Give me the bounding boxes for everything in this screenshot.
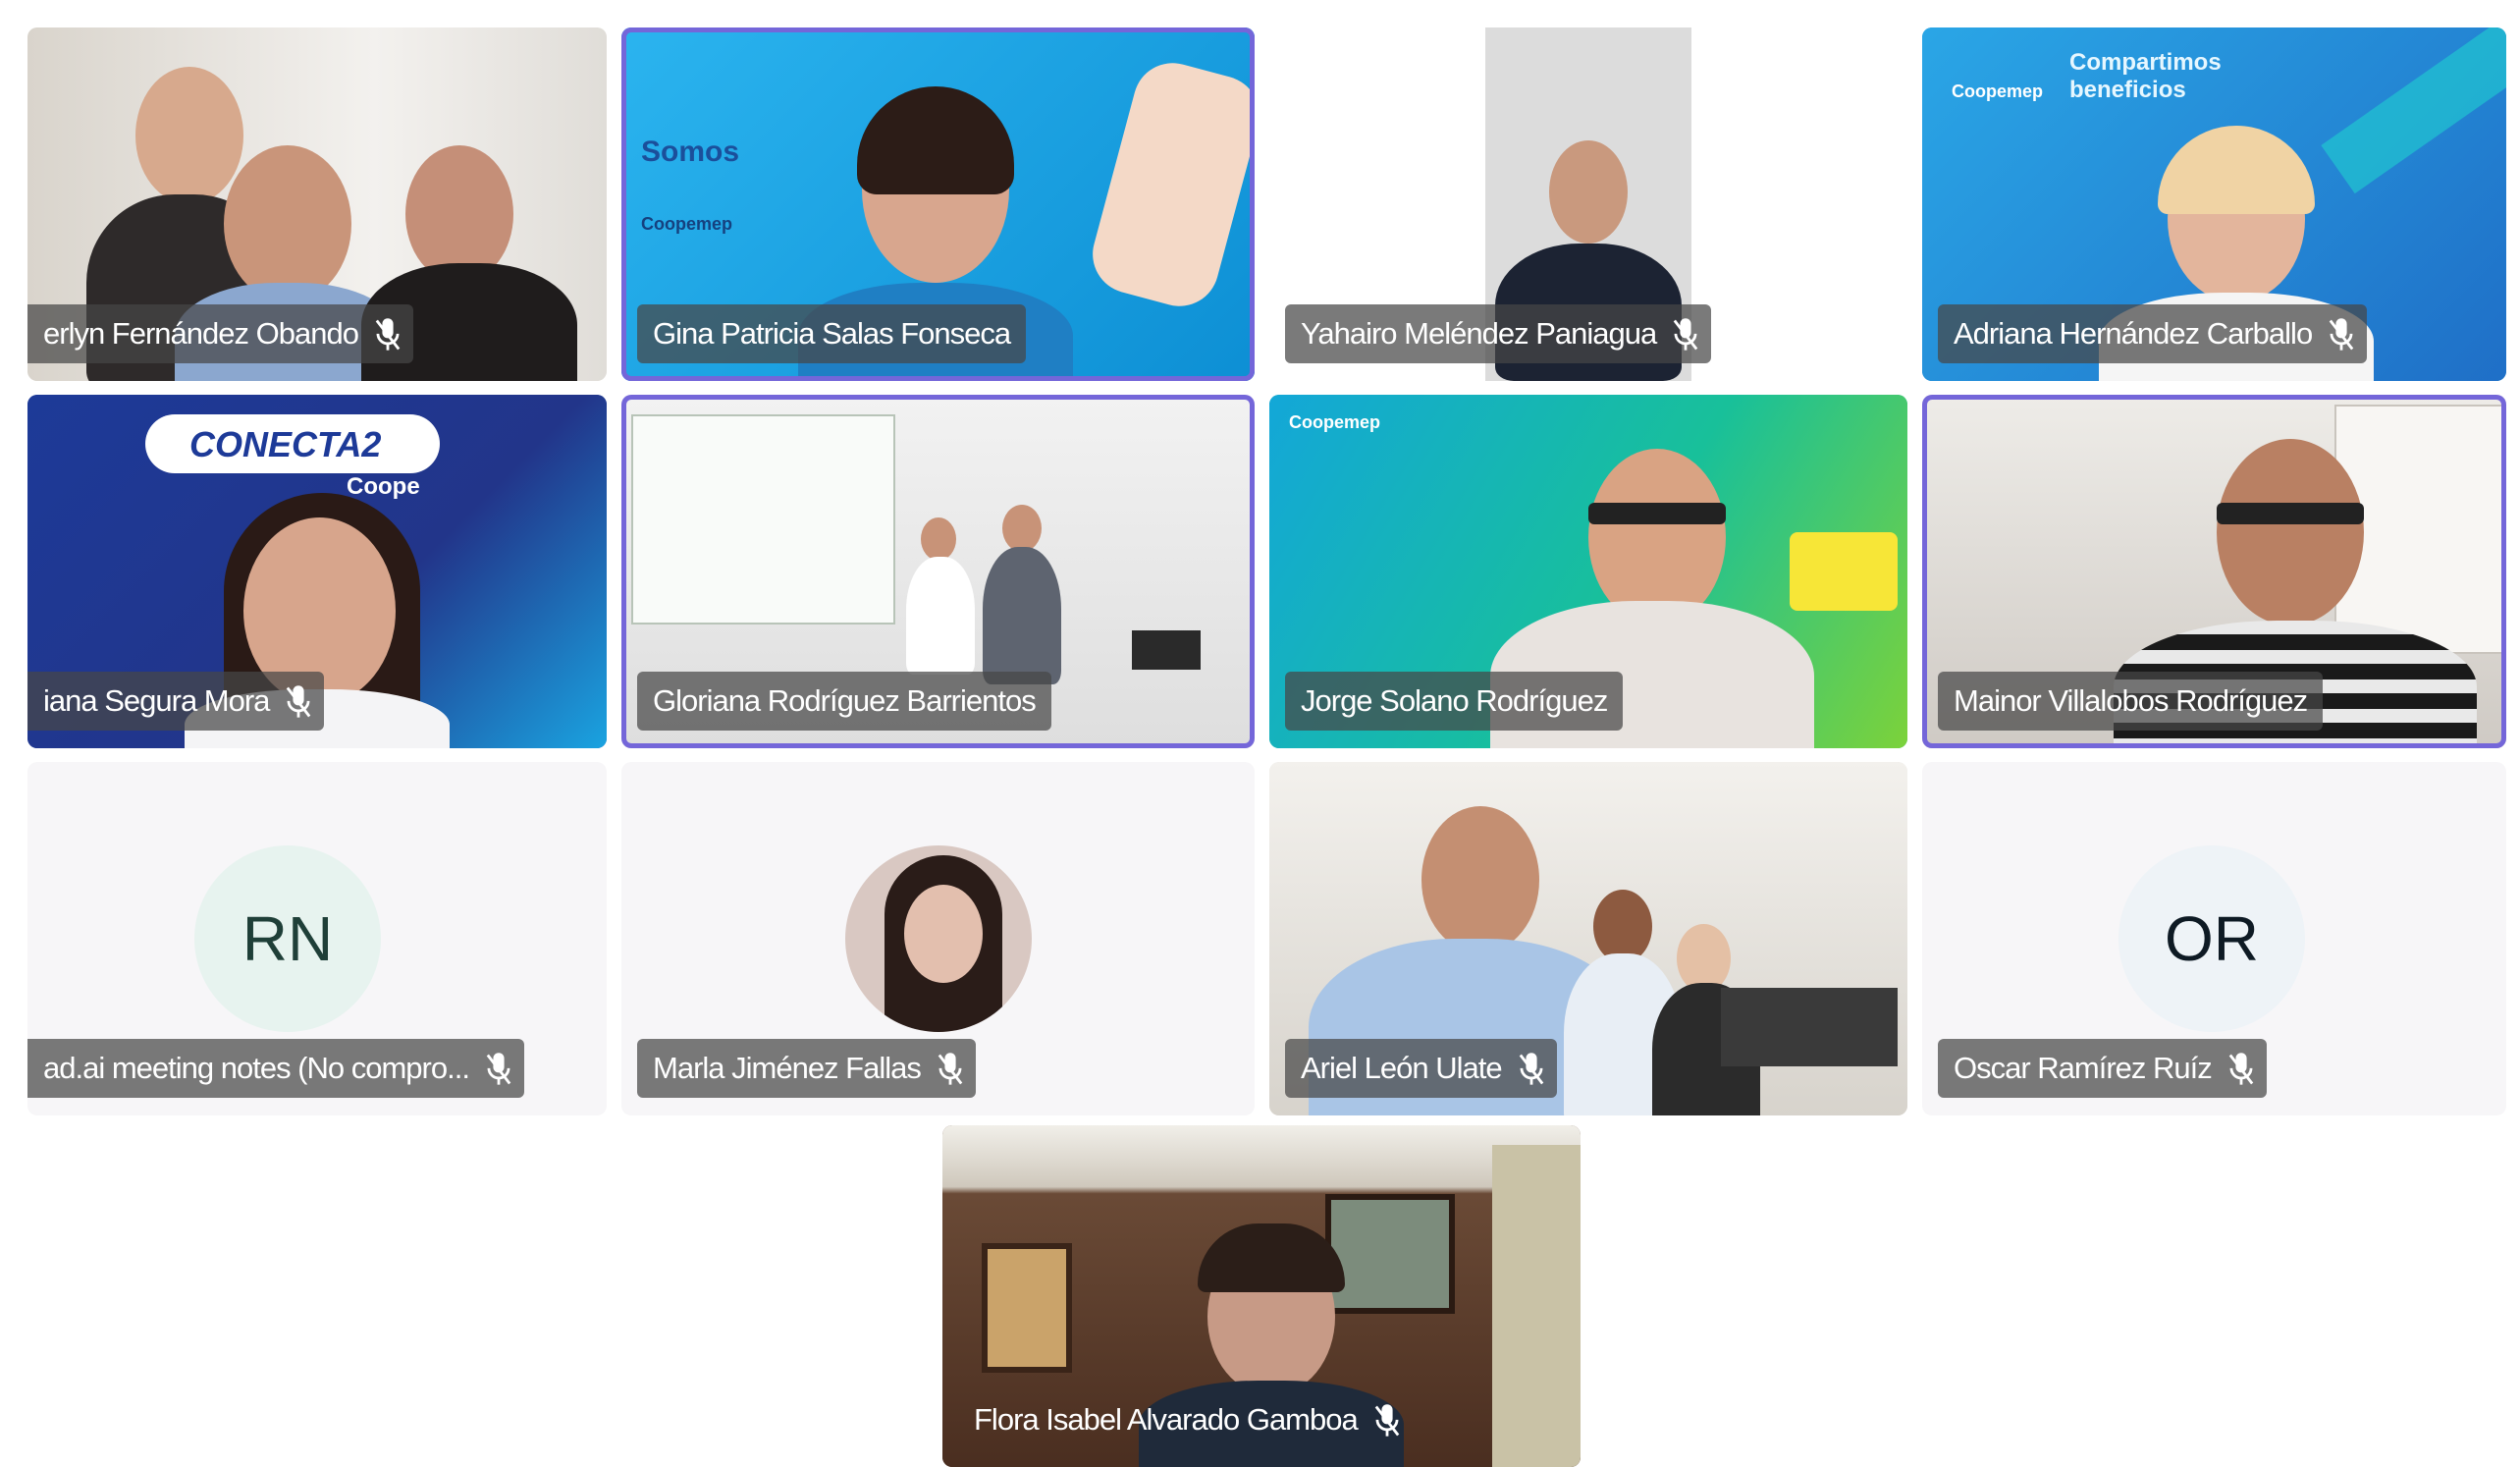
participant-name-tag: ad.ai meeting notes (No compro... [27,1039,524,1098]
participant-name-tag: Marla Jiménez Fallas [637,1039,976,1098]
avatar: RN [194,845,381,1032]
video-tile-mainor[interactable]: Mainor Villalobos Rodríguez [1922,395,2506,748]
mic-muted-icon [374,316,401,352]
participant-name: Adriana Hernández Carballo [1954,316,2313,351]
avatar [845,845,1032,1032]
mic-muted-icon [1373,1402,1400,1438]
participant-name-tag: Adriana Hernández Carballo [1938,304,2368,363]
video-tile-ariel[interactable]: Ariel León Ulate [1269,762,1907,1115]
wall-frame [1325,1194,1455,1314]
video-tile-erlyn[interactable]: erlyn Fernández Obando [27,27,607,381]
background-logo-text: Coopemep [641,214,733,234]
mic-muted-icon [937,1051,963,1086]
video-tile-oscar[interactable]: OR Oscar Ramírez Ruíz [1922,762,2506,1115]
participant-name-tag: Flora Isabel Alvarado Gamboa [958,1390,1413,1449]
participant-name: Yahairo Meléndez Paniagua [1301,316,1657,351]
video-tile-marla[interactable]: Marla Jiménez Fallas [621,762,1255,1115]
participant-name: erlyn Fernández Obando [43,316,359,351]
wall-frame [982,1243,1072,1373]
person-body [983,547,1061,684]
mic-muted-icon [1518,1051,1543,1086]
glasses [1588,503,1726,524]
person-head [224,145,351,302]
background-logo-text: Coopemep [1289,412,1381,432]
person-head [904,885,983,983]
video-tile-flora[interactable]: Flora Isabel Alvarado Gamboa [942,1125,1581,1467]
video-tile-adriana[interactable]: Coopemep Compartimos beneficios Adriana … [1922,27,2506,381]
participant-name: Gloriana Rodríguez Barrientos [653,683,1037,718]
participant-name: Marla Jiménez Fallas [653,1051,922,1085]
glasses [2217,503,2364,524]
participant-name: Gina Patricia Salas Fonseca [653,316,1011,351]
participant-name: Flora Isabel Alvarado Gamboa [974,1402,1359,1437]
person-head [1002,505,1042,552]
person-head [1588,449,1726,625]
participant-name-tag: Gloriana Rodríguez Barrientos [637,672,1051,731]
video-tile-gina[interactable]: Somos Coopemep Gina Patricia Salas Fonse… [621,27,1255,381]
participant-name-tag: Yahairo Meléndez Paniagua [1285,304,1712,363]
participant-name: Jorge Solano Rodríguez [1301,683,1608,718]
mic-muted-icon [285,683,311,719]
person-head [405,145,513,283]
person-head [1549,140,1628,244]
participant-name-tag: Gina Patricia Salas Fonseca [637,304,1027,363]
video-tile-iana[interactable]: CONECTA2 Coope iana Segura Mora [27,395,607,748]
person-head [921,517,956,561]
mic-muted-icon [485,1051,511,1086]
video-tile-notetaker[interactable]: RN ad.ai meeting notes (No compro... [27,762,607,1115]
laptop [1132,630,1201,670]
mic-muted-icon [1672,316,1698,352]
person-head [135,67,243,204]
participant-name: ad.ai meeting notes (No compro... [43,1051,470,1085]
mic-muted-icon [2227,1051,2254,1086]
person-head [1593,890,1652,963]
mic-muted-icon [2328,316,2354,352]
participant-name-tag: Ariel León Ulate [1285,1039,1557,1098]
background-logo-text: Coopemep [1952,82,2044,101]
participant-name: Ariel León Ulate [1301,1051,1503,1085]
participant-name: Mainor Villalobos Rodríguez [1954,683,2308,718]
video-tile-yahairo[interactable]: Yahairo Meléndez Paniagua [1269,27,1907,381]
person-body [906,557,975,675]
person-head [2217,439,2364,625]
video-tile-jorge[interactable]: Coopemep Jorge Solano Rodríguez [1269,395,1907,748]
background-slogan: Compartimos [2069,49,2222,76]
background-slogan-2: beneficios [2069,77,2186,103]
avatar: OR [2118,845,2305,1032]
participant-name-tag: Jorge Solano Rodríguez [1285,672,1624,731]
participant-name: Oscar Ramírez Ruíz [1954,1051,2213,1085]
whiteboard [631,414,895,625]
person-head [1421,806,1539,953]
desk-monitor [1721,988,1898,1066]
participant-name-tag: Oscar Ramírez Ruíz [1938,1039,2267,1098]
door [1492,1145,1581,1467]
background-logo-text: Coope [347,473,420,500]
participant-name-tag: iana Segura Mora [27,672,325,731]
background-slogan: CONECTA2 [189,424,382,464]
video-tile-gloriana[interactable]: Gloriana Rodríguez Barrientos [621,395,1255,748]
background-slogan: Somos [641,136,740,168]
background-badge [1790,532,1898,611]
participant-name: iana Segura Mora [43,683,270,718]
participant-name-tag: erlyn Fernández Obando [27,304,413,363]
participant-name-tag: Mainor Villalobos Rodríguez [1938,672,2324,731]
